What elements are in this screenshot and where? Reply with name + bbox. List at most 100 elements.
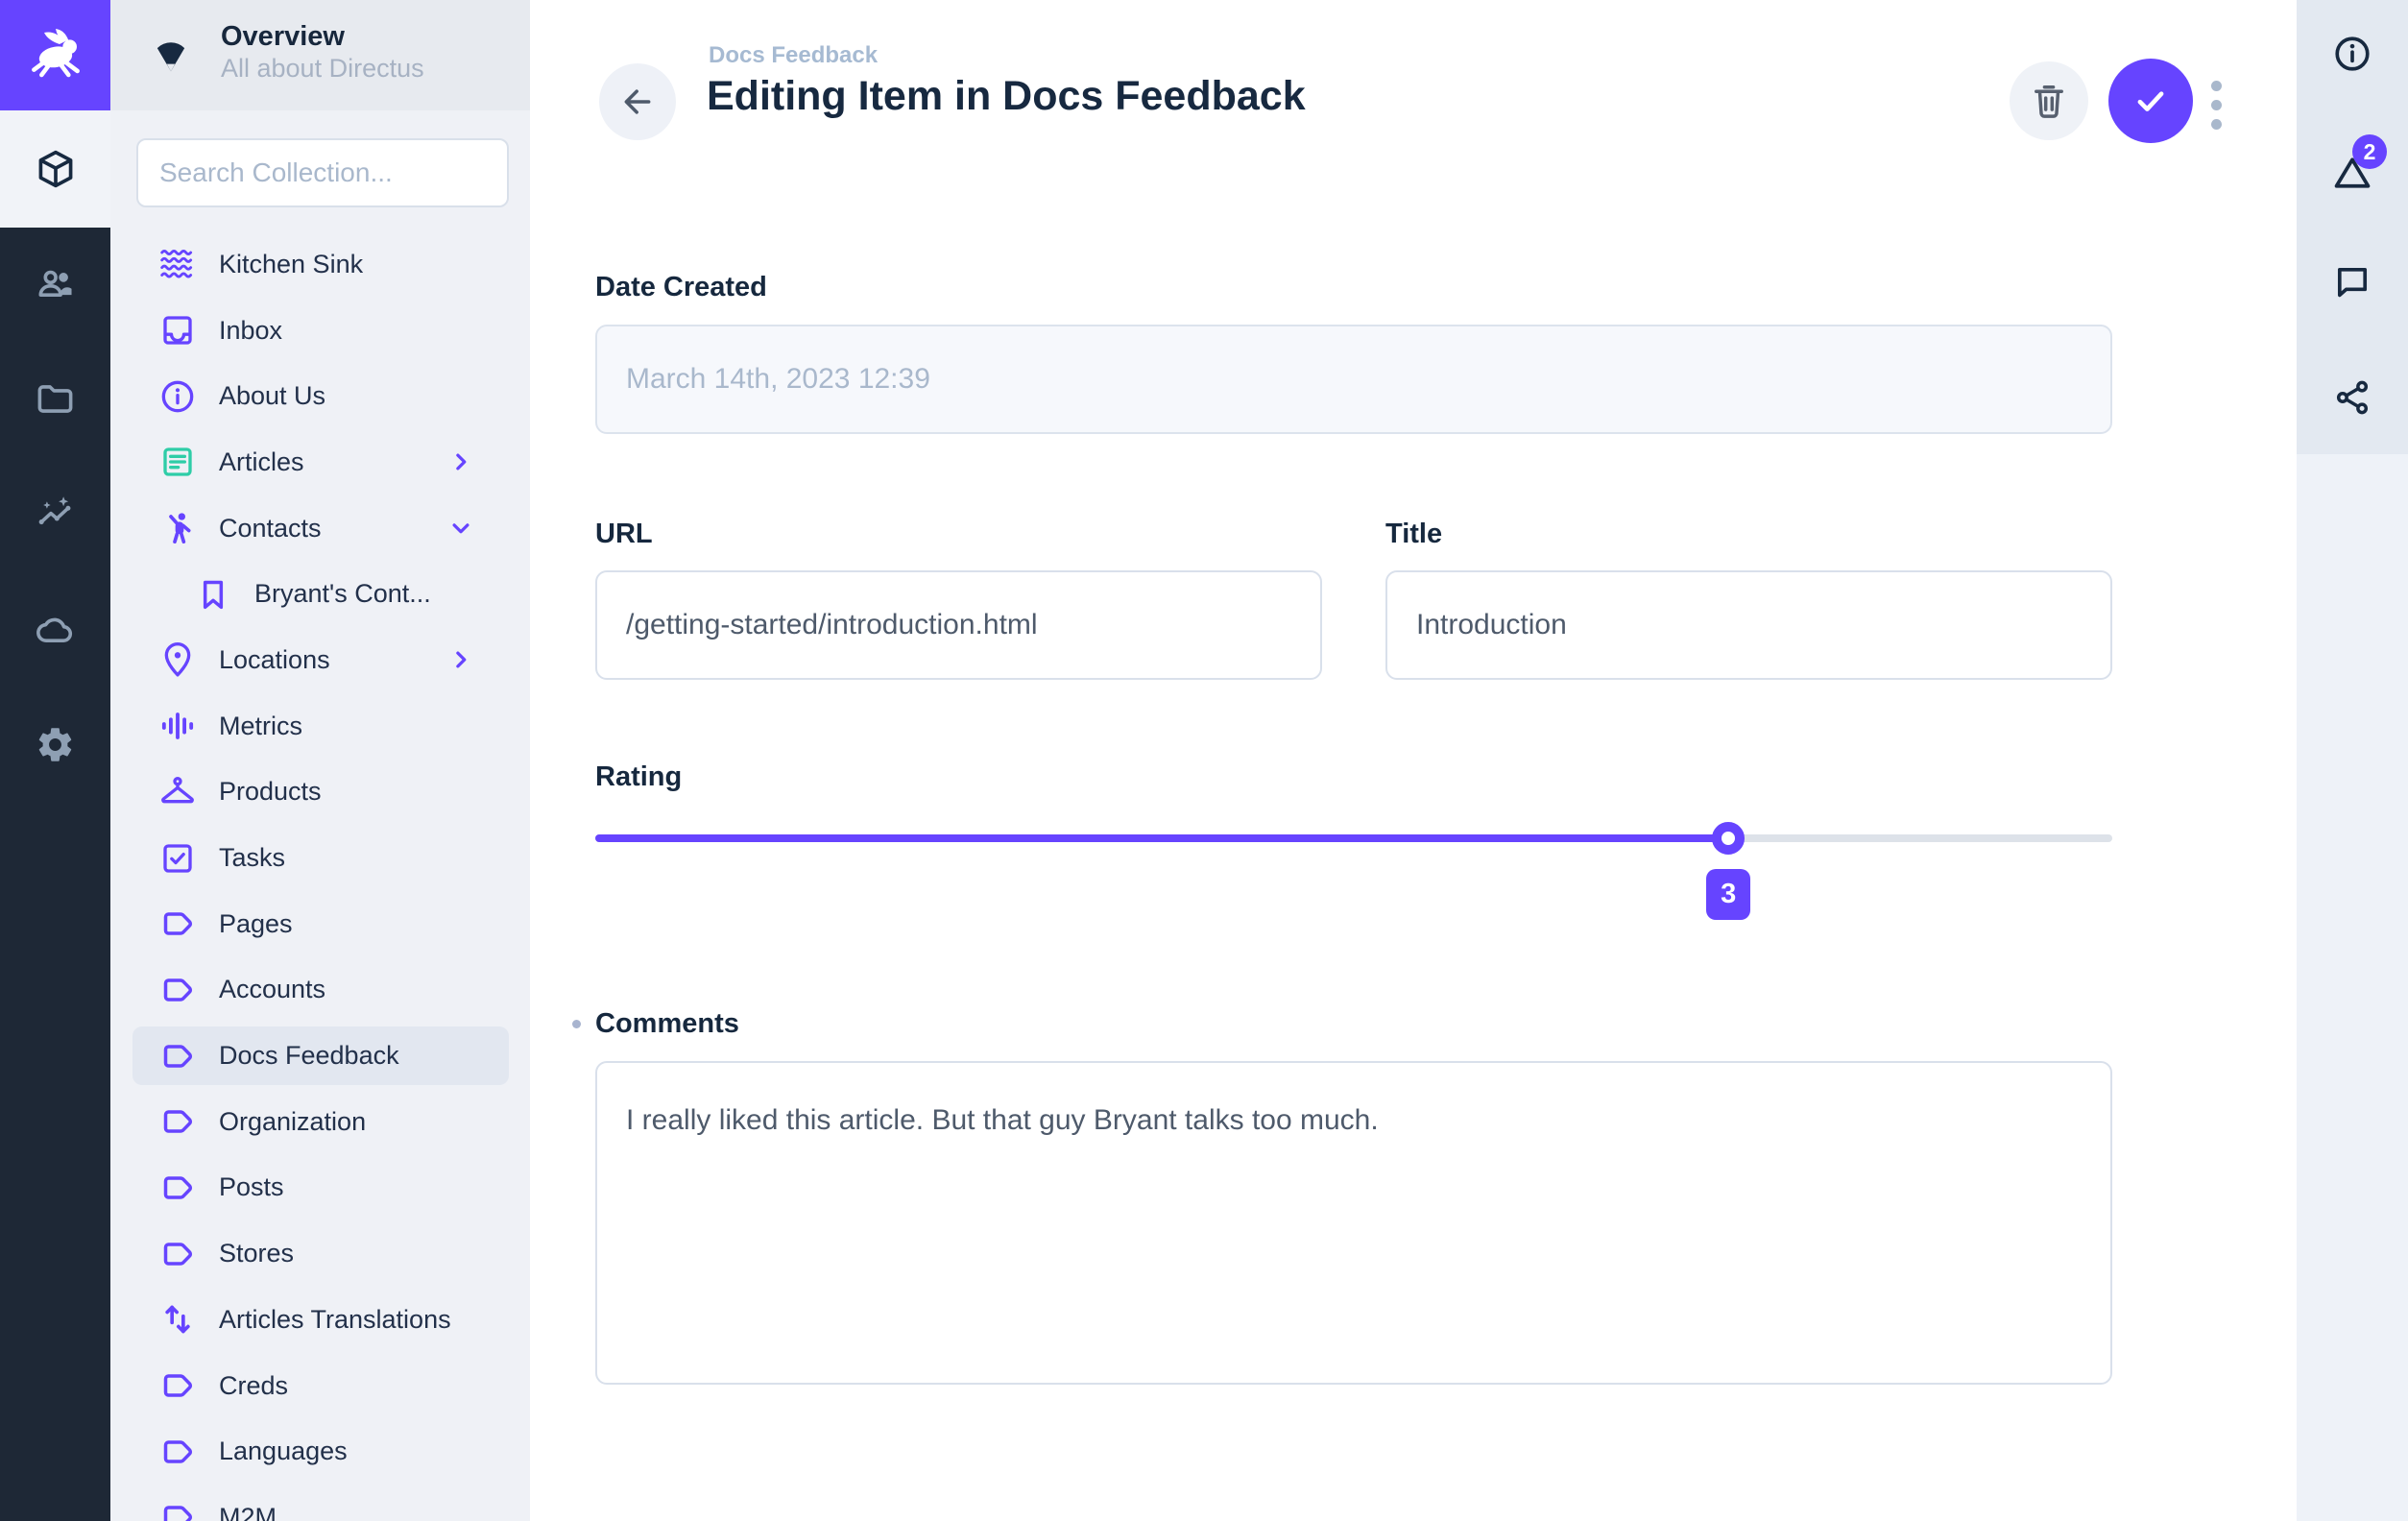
map-pin-icon — [158, 640, 197, 679]
save-button[interactable] — [2108, 59, 2193, 143]
item-form: Date Created URL Title Rating 3 Comments — [595, 0, 2112, 1521]
sidebar-item-label: Articles — [219, 447, 304, 477]
bookmark-icon — [194, 575, 232, 614]
sidebar-item-label: Locations — [219, 645, 330, 675]
people-icon[interactable] — [35, 263, 76, 304]
sidebar-item-metrics[interactable]: Metrics — [110, 693, 530, 760]
sidebar-item-docs-feedback[interactable]: Docs Feedback — [110, 1023, 530, 1089]
title-label: Title — [1385, 519, 1442, 550]
sidebar-item-articles-translations[interactable]: Articles Translations — [110, 1287, 530, 1353]
folder-icon[interactable] — [35, 378, 76, 420]
title-input[interactable] — [1387, 609, 2110, 641]
kebab-dot — [2211, 100, 2222, 110]
sidebar-item-contacts[interactable]: Contacts — [110, 495, 530, 562]
comments-field: I really liked this article. But that gu… — [595, 1061, 2112, 1385]
gear-icon[interactable] — [35, 724, 76, 765]
sidebar-item-m2m[interactable]: M2M — [110, 1485, 530, 1521]
tag-icon — [158, 1037, 197, 1075]
rating-slider-handle[interactable] — [1712, 822, 1745, 855]
date-created-label: Date Created — [595, 272, 767, 303]
rating-value-badge: 3 — [1706, 869, 1750, 920]
sidebar-item-pages[interactable]: Pages — [110, 891, 530, 957]
url-label: URL — [595, 519, 653, 550]
sidebar-item-label: Bryant's Cont... — [254, 579, 431, 609]
rating-slider[interactable]: 3 — [595, 834, 2112, 842]
insights-icon[interactable] — [35, 494, 76, 535]
project-header[interactable]: Overview All about Directus — [110, 0, 530, 110]
sidebar-item-label: Inbox — [219, 316, 282, 346]
sidebar-item-posts[interactable]: Posts — [110, 1155, 530, 1221]
sidebar-item-label: Docs Feedback — [219, 1041, 399, 1071]
sidebar-item-accounts[interactable]: Accounts — [110, 957, 530, 1024]
rating-slider-fill — [595, 834, 1728, 842]
fan-icon — [149, 33, 193, 77]
sidebar-item-articles[interactable]: Articles — [110, 429, 530, 495]
tag-icon — [158, 1366, 197, 1405]
cloud-icon[interactable] — [35, 609, 76, 650]
equalizer-icon — [158, 707, 197, 745]
chevron-right-icon[interactable] — [446, 645, 475, 674]
sidebar-item-organization[interactable]: Organization — [110, 1089, 530, 1155]
tag-icon — [158, 1433, 197, 1471]
field-edited-dot — [572, 1020, 581, 1028]
sidebar-item-label: M2M — [219, 1503, 277, 1521]
search-collection-input[interactable] — [136, 138, 509, 207]
sidebar-item-label: Stores — [219, 1239, 294, 1268]
chevron-right-icon[interactable] — [446, 447, 475, 476]
sidebar-item-about-us[interactable]: About Us — [110, 363, 530, 429]
sidebar-item-label: Pages — [219, 909, 293, 939]
sidebar-item-label: Organization — [219, 1107, 366, 1137]
right-sidebar: 2 — [2297, 0, 2408, 1521]
date-created-field — [595, 325, 2112, 434]
project-title: Overview — [221, 21, 345, 53]
sidebar-item-languages[interactable]: Languages — [110, 1418, 530, 1485]
collections-sidebar: Overview All about Directus Kitchen Sink — [110, 0, 530, 1521]
sidebar-item-inbox[interactable]: Inbox — [110, 298, 530, 364]
sidebar-item-label: Posts — [219, 1172, 284, 1202]
chevron-down-icon[interactable] — [446, 514, 475, 543]
comments-textarea[interactable]: I really liked this article. But that gu… — [595, 1061, 2112, 1385]
sidebar-item-label: Contacts — [219, 514, 322, 543]
sidebar-item-locations[interactable]: Locations — [110, 627, 530, 693]
tag-icon — [158, 1235, 197, 1273]
directus-app: Overview All about Directus Kitchen Sink — [0, 0, 2408, 1521]
swap-vertical-icon — [158, 1300, 197, 1339]
sidebar-item-label: Articles Translations — [219, 1305, 451, 1335]
url-input[interactable] — [597, 609, 1320, 641]
module-bar — [0, 0, 110, 1521]
tag-icon — [158, 1102, 197, 1141]
tag-icon — [158, 1498, 197, 1521]
tag-icon — [158, 905, 197, 943]
collections-list: Kitchen Sink Inbox — [110, 231, 530, 1521]
notification-badge: 2 — [2352, 134, 2387, 169]
inbox-icon — [158, 311, 197, 350]
rating-label: Rating — [595, 761, 682, 793]
sidebar-item-label: Metrics — [219, 712, 302, 741]
sidebar-item-kitchen-sink[interactable]: Kitchen Sink — [110, 231, 530, 298]
sidebar-item-bryants-contacts[interactable]: Bryant's Cont... — [110, 561, 530, 627]
sidebar-item-label: Accounts — [219, 975, 325, 1004]
more-options-button[interactable] — [2211, 81, 2222, 130]
sidebar-item-tasks[interactable]: Tasks — [110, 825, 530, 891]
sidebar-item-stores[interactable]: Stores — [110, 1220, 530, 1287]
directus-rabbit-icon — [25, 25, 86, 86]
tag-icon — [158, 971, 197, 1009]
sidebar-item-label: About Us — [219, 381, 325, 411]
box-icon — [35, 148, 77, 190]
sidebar-item-products[interactable]: Products — [110, 760, 530, 826]
share-icon[interactable] — [2331, 376, 2373, 419]
module-content-active[interactable] — [0, 110, 110, 228]
sidebar-item-label: Products — [219, 777, 322, 807]
sidebar-item-label: Tasks — [219, 843, 285, 873]
info-icon — [158, 377, 197, 416]
comment-bubble-icon[interactable] — [2331, 261, 2373, 303]
kebab-dot — [2211, 81, 2222, 91]
info-icon[interactable] — [2331, 33, 2373, 75]
sidebar-item-label: Languages — [219, 1436, 348, 1466]
tag-icon — [158, 1169, 197, 1207]
sidebar-item-label: Kitchen Sink — [219, 250, 363, 279]
sidebar-item-creds[interactable]: Creds — [110, 1353, 530, 1419]
waves-icon — [158, 245, 197, 283]
directus-logo[interactable] — [0, 0, 110, 110]
title-field — [1385, 570, 2112, 680]
